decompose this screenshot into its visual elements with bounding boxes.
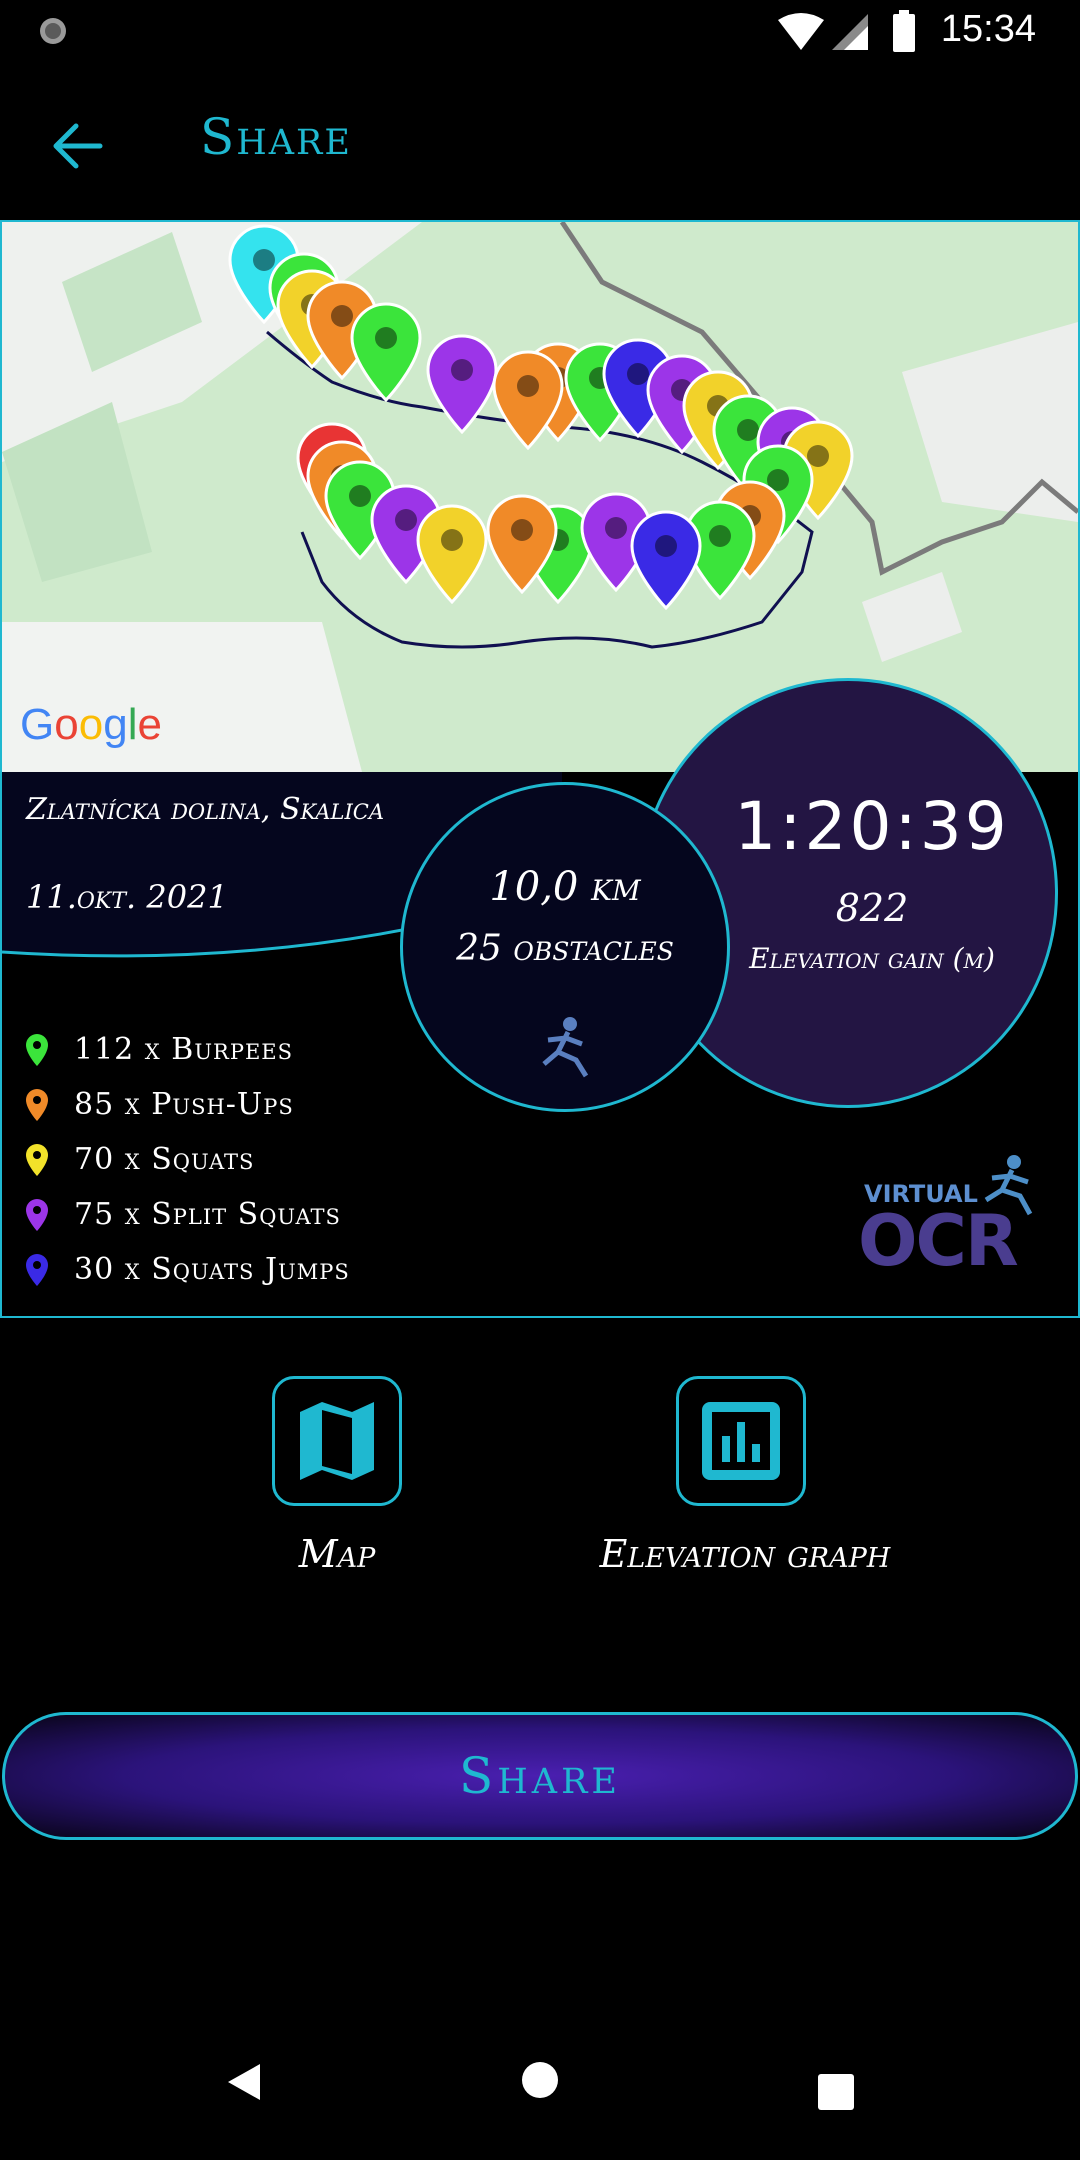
share-button-label: Share (459, 1747, 621, 1805)
nav-home-icon[interactable] (520, 2060, 560, 2100)
share-card: Google Zlatnícka dolina, Skalica 11.okt.… (0, 220, 1080, 1318)
exercise-item: 112 x Burpees (24, 1022, 350, 1077)
map-pin-icon (486, 494, 558, 594)
nav-back-icon[interactable] (224, 2060, 264, 2104)
exercise-label: 112 x Burpees (74, 1032, 294, 1067)
exercise-item: 30 x Squats Jumps (24, 1242, 350, 1297)
virtual-ocr-logo: VIRTUAL OCR (844, 1152, 1064, 1292)
exercise-label: 85 x Push-Ups (74, 1087, 294, 1122)
map-pin-icon (26, 1198, 48, 1231)
duration-value: 1:20:39 (734, 788, 1010, 865)
map-pin-icon (416, 504, 488, 604)
exercise-label: 30 x Squats Jumps (74, 1252, 350, 1287)
exercise-item: 85 x Push-Ups (24, 1077, 350, 1132)
wifi-icon (778, 13, 824, 50)
logo-runner-icon (984, 1155, 1033, 1216)
back-arrow-icon[interactable] (48, 116, 108, 176)
distance-value: 10,0 km (489, 864, 641, 910)
status-bar: 15:34 (0, 0, 1080, 66)
map-button[interactable] (272, 1376, 402, 1506)
exercise-item: 75 x Split Squats (24, 1187, 350, 1242)
exercise-label: 75 x Split Squats (74, 1197, 341, 1232)
map-pin-icon (26, 1033, 48, 1066)
map-pin-icon (350, 302, 422, 402)
map-pin-icon (492, 350, 564, 450)
obstacles-count: 25 obstacles (456, 928, 674, 969)
map-icon (300, 1402, 374, 1480)
nav-recents-icon[interactable] (818, 2074, 854, 2110)
map-pin-icon (26, 1088, 48, 1121)
status-time: 15:34 (940, 8, 1036, 50)
exercise-list: 112 x Burpees 85 x Push-Ups 70 x Squats … (24, 1022, 350, 1297)
location-name: Zlatnícka dolina, Skalica (26, 792, 385, 827)
map-pin-icon (426, 334, 498, 434)
share-button[interactable]: Share (2, 1712, 1078, 1840)
exercise-label: 70 x Squats (74, 1142, 255, 1177)
bar-chart-icon (702, 1402, 780, 1480)
elevation-label: Elevation gain (m) (749, 942, 995, 975)
map-pin-icon (26, 1253, 48, 1286)
page-title: Share (200, 108, 352, 166)
activity-date: 11.okt. 2021 (26, 878, 228, 916)
map-label[interactable]: Map (212, 1532, 462, 1576)
exercise-item: 70 x Squats (24, 1132, 350, 1187)
battery-icon (893, 10, 915, 52)
google-attribution: Google (20, 700, 162, 749)
runner-icon (542, 1017, 589, 1078)
map-pin-icon (630, 510, 702, 610)
elevation-graph-label[interactable]: Elevation graph (540, 1532, 950, 1576)
elevation-value: 822 (835, 886, 909, 930)
elevation-graph-button[interactable] (676, 1376, 806, 1506)
sync-icon (40, 18, 66, 44)
signal-icon (832, 14, 868, 50)
map-pin-icon (26, 1143, 48, 1176)
